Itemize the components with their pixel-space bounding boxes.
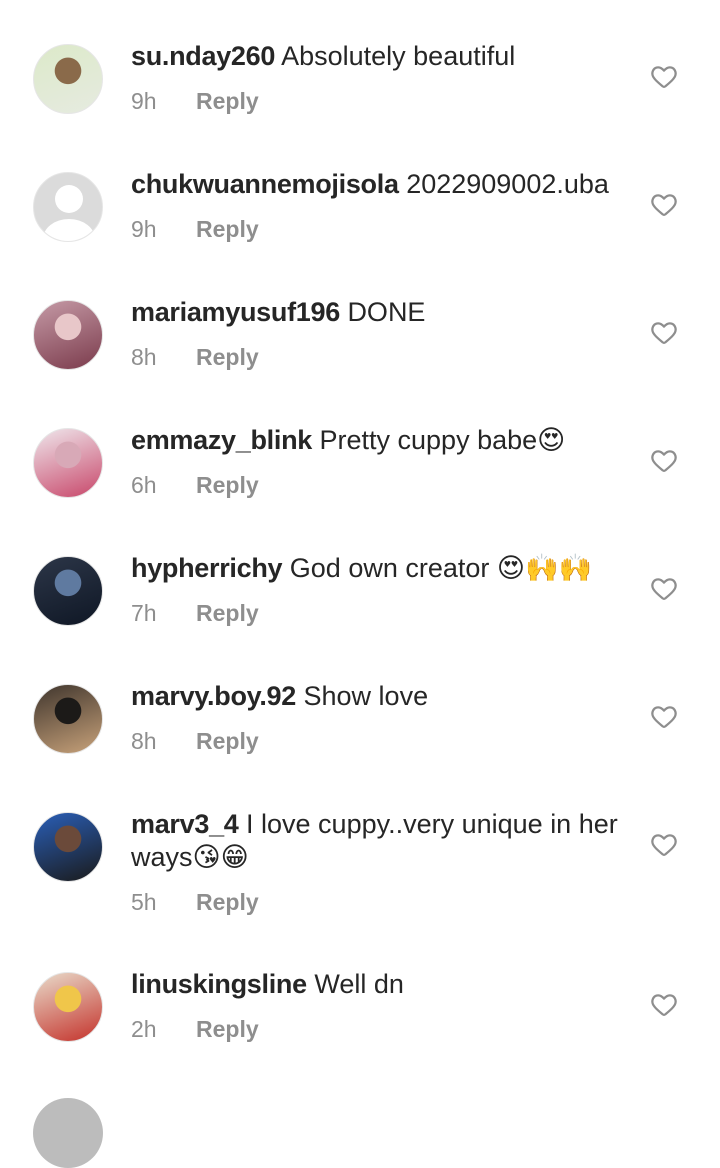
comment-meta: 8h Reply [131, 342, 259, 372]
avatar[interactable] [33, 300, 103, 370]
comment-timestamp: 8h [131, 728, 157, 754]
comment-meta: 5h Reply [131, 887, 259, 917]
reply-button[interactable]: Reply [196, 88, 259, 114]
heart-outline-icon[interactable] [650, 447, 678, 473]
reply-button[interactable]: Reply [196, 344, 259, 370]
avatar[interactable] [33, 972, 103, 1042]
avatar[interactable] [33, 428, 103, 498]
comment-username[interactable]: emmazy_blink [131, 425, 312, 455]
comment-text: Show love [303, 681, 429, 711]
comment-timestamp: 5h [131, 889, 157, 915]
comment-meta: 7h Reply [131, 598, 259, 628]
avatar[interactable] [33, 1098, 103, 1168]
comment-timestamp: 8h [131, 344, 157, 370]
comment-username[interactable]: su.nday260 [131, 41, 275, 71]
comment-body: emmazy_blink Pretty cuppy babe😍 [131, 424, 631, 457]
comment-text: Absolutely beautiful [281, 41, 516, 71]
comment-text: Pretty cuppy babe😍 [319, 425, 566, 455]
avatar[interactable] [33, 556, 103, 626]
comment-username[interactable]: chukwuannemojisola [131, 169, 399, 199]
comment-username[interactable]: marvy.boy.92 [131, 681, 296, 711]
avatar[interactable] [33, 684, 103, 754]
default-avatar-icon [43, 219, 95, 241]
comment-meta: 6h Reply [131, 470, 259, 500]
heart-outline-icon[interactable] [650, 319, 678, 345]
comment-body: linuskingsline Well dn [131, 968, 631, 1001]
reply-button[interactable]: Reply [196, 1016, 259, 1042]
comment-meta: 8h Reply [131, 726, 259, 756]
comment-body: su.nday260 Absolutely beautiful [131, 40, 631, 73]
comment-body: mariamyusuf196 DONE [131, 296, 631, 329]
comment-timestamp: 7h [131, 600, 157, 626]
reply-button[interactable]: Reply [196, 472, 259, 498]
reply-button[interactable]: Reply [196, 216, 259, 242]
heart-outline-icon[interactable] [650, 831, 678, 857]
avatar[interactable] [33, 172, 103, 242]
comment-meta: 9h Reply [131, 214, 259, 244]
comment-text: 2022909002.uba [406, 169, 609, 199]
heart-outline-icon[interactable] [650, 575, 678, 601]
reply-button[interactable]: Reply [196, 728, 259, 754]
comment-timestamp: 9h [131, 88, 157, 114]
comment-text: DONE [347, 297, 426, 327]
comment-timestamp: 6h [131, 472, 157, 498]
comment-username[interactable]: marv3_4 [131, 809, 239, 839]
heart-outline-icon[interactable] [650, 991, 678, 1017]
avatar[interactable] [33, 812, 103, 882]
default-avatar-icon [55, 185, 83, 213]
comment-meta: 9h Reply [131, 86, 259, 116]
comment-text: Well dn [314, 969, 404, 999]
comment-username[interactable]: linuskingsline [131, 969, 307, 999]
comment-username[interactable]: mariamyusuf196 [131, 297, 340, 327]
comment-body: chukwuannemojisola 2022909002.uba [131, 168, 631, 201]
comment-timestamp: 2h [131, 1016, 157, 1042]
comment-body: marv3_4 I love cuppy..very unique in her… [131, 808, 631, 874]
avatar[interactable] [33, 44, 103, 114]
comment-username[interactable]: hypherrichy [131, 553, 283, 583]
comment-timestamp: 9h [131, 216, 157, 242]
heart-outline-icon[interactable] [650, 191, 678, 217]
comment-meta: 2h Reply [131, 1014, 259, 1044]
comment-body: marvy.boy.92 Show love [131, 680, 631, 713]
heart-outline-icon[interactable] [650, 63, 678, 89]
comment-body: hypherrichy God own creator 😍🙌🙌 [131, 552, 631, 585]
reply-button[interactable]: Reply [196, 889, 259, 915]
comment-text: God own creator 😍🙌🙌 [289, 553, 593, 583]
heart-outline-icon[interactable] [650, 703, 678, 729]
reply-button[interactable]: Reply [196, 600, 259, 626]
